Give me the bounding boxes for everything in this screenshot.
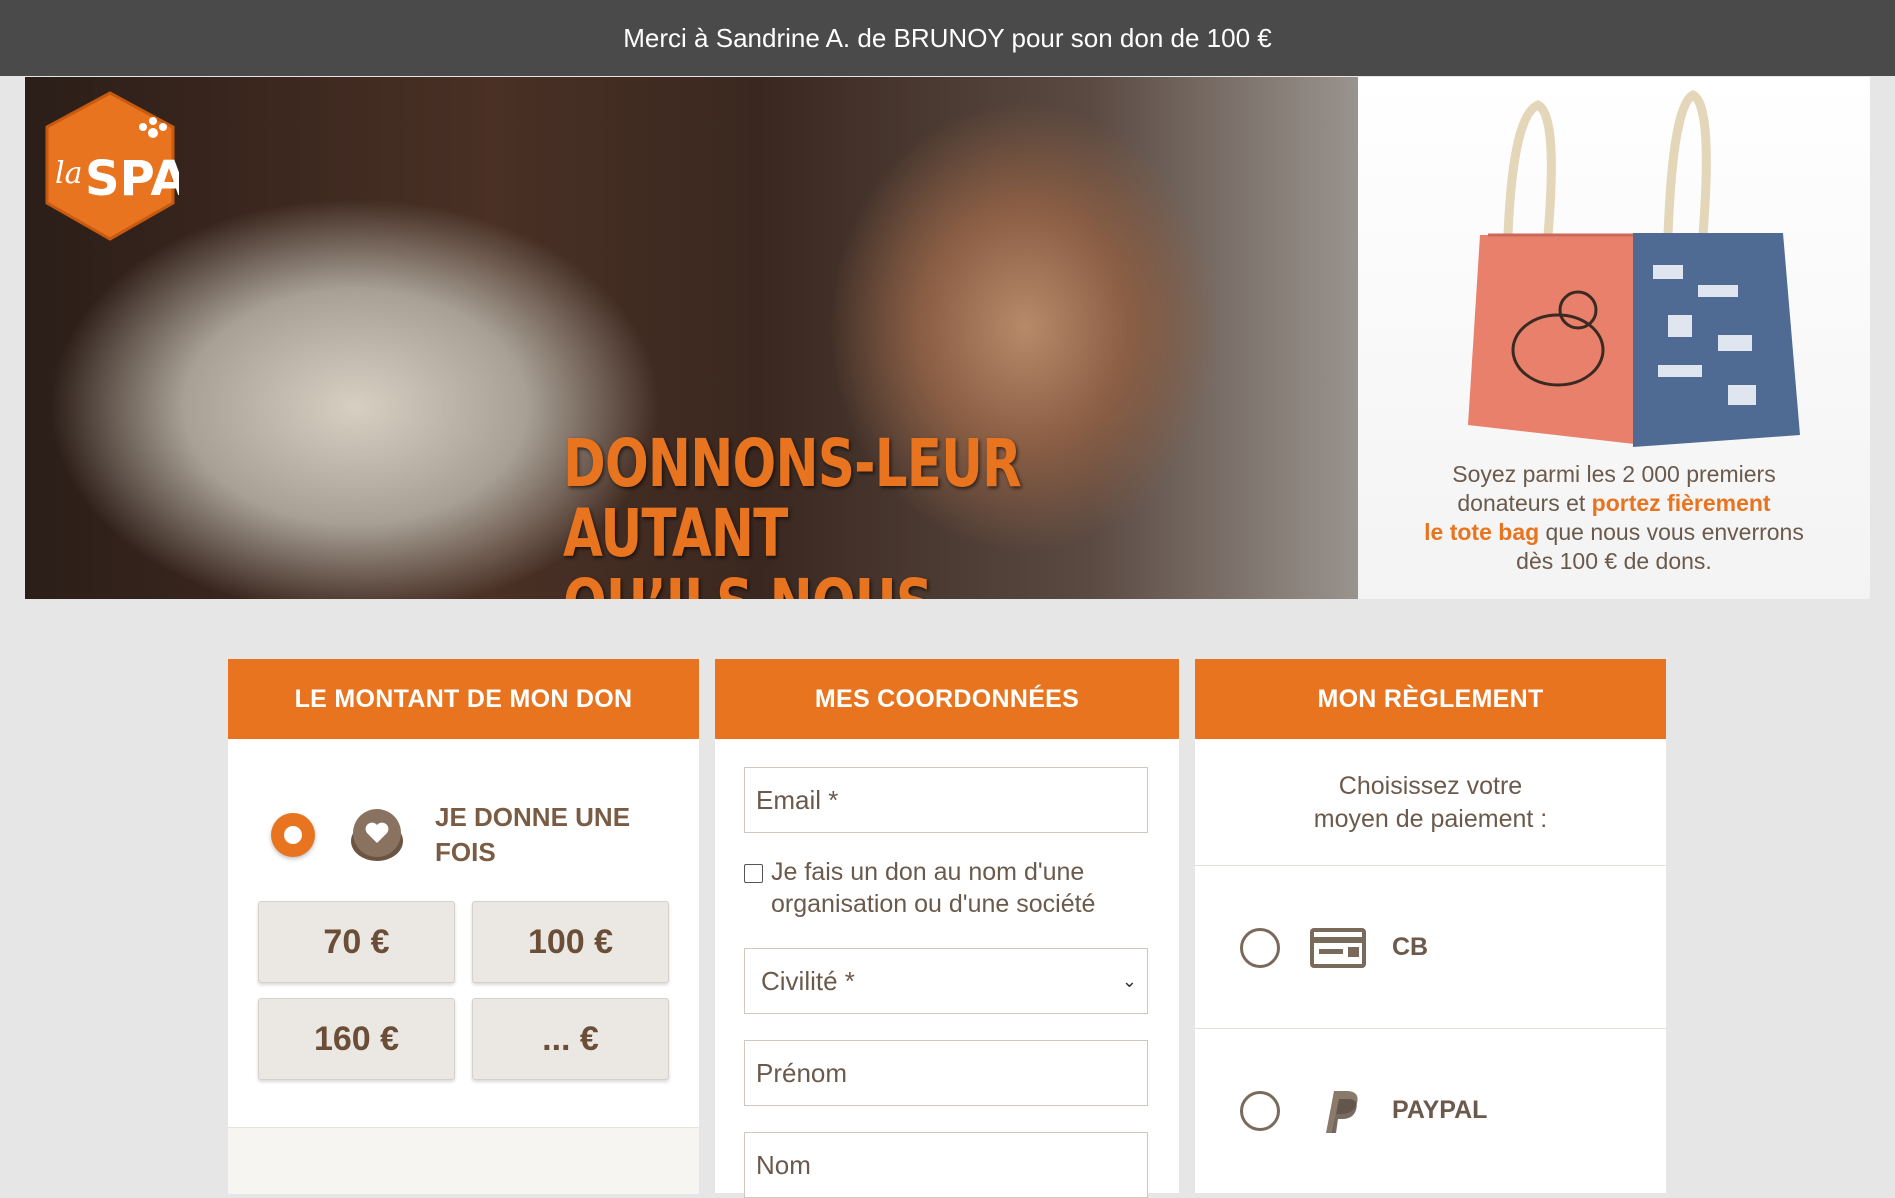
chevron-down-icon: ⌄: [1121, 970, 1137, 991]
civility-select[interactable]: Civilité * ⌄: [744, 948, 1148, 1014]
promo-text: Soyez parmi les 2 000 premiers donateurs…: [1358, 460, 1870, 576]
amount-button-custom[interactable]: ... €: [472, 998, 669, 1080]
payment-intro: Choisissez votre moyen de paiement :: [1195, 770, 1666, 836]
svg-text:SPA: SPA: [85, 151, 179, 207]
payment-label-paypal: PAYPAL: [1392, 1096, 1488, 1124]
promo-line-4: dès 100 € de dons.: [1516, 548, 1712, 574]
lastname-field[interactable]: Nom: [744, 1132, 1148, 1198]
amount-button-70[interactable]: 70 €: [258, 901, 455, 983]
firstname-field[interactable]: Prénom: [744, 1040, 1148, 1106]
contact-details-header: MES COORDONNÉES: [715, 659, 1179, 739]
payment-panel: MON RÈGLEMENT Choisissez votre moyen de …: [1195, 659, 1666, 1193]
payment-radio-cb[interactable]: [1240, 927, 1280, 968]
tote-bag-promo: Soyez parmi les 2 000 premiers donateurs…: [1358, 77, 1870, 599]
tote-bags-image: [1468, 89, 1800, 447]
organization-checkbox-label: Je fais un don au nom d'une organisation…: [771, 858, 1096, 918]
donation-panel-footer: [228, 1127, 699, 1194]
hero-banner: la SPA DONNONS-LEUR AUTANT QU’ILS NOUS A…: [25, 77, 1870, 599]
amount-button-100[interactable]: 100 €: [472, 901, 669, 983]
payment-label-cb: CB: [1392, 933, 1429, 961]
paypal-icon: [1326, 1090, 1358, 1133]
organization-checkbox[interactable]: [744, 864, 763, 883]
promo-line-2: donateurs et portez fièrement: [1358, 489, 1870, 518]
payment-option-cb[interactable]: CB: [1195, 865, 1666, 1029]
amount-button-160[interactable]: 160 €: [258, 998, 455, 1080]
organization-donation-option[interactable]: Je fais un don au nom d'une organisation…: [744, 856, 1164, 920]
amount-options: 70 € 100 € 160 € ... €: [258, 901, 670, 1080]
promo-line-3-text: que nous vous enverrons: [1539, 519, 1804, 545]
donation-amount-header: LE MONTANT DE MON DON: [228, 659, 699, 739]
email-field[interactable]: Email *: [744, 767, 1148, 833]
payment-intro-line-2: moyen de paiement :: [1313, 805, 1548, 833]
promo-highlight-2: le tote bag: [1424, 519, 1540, 545]
promo-highlight-1: portez fièrement: [1591, 490, 1771, 516]
promo-line-1: Soyez parmi les 2 000 premiers: [1452, 461, 1776, 487]
slogan-line-1: DONNONS-LEUR AUTANT: [563, 425, 1022, 572]
civility-select-value: Civilité *: [761, 965, 855, 996]
donation-amount-panel: LE MONTANT DE MON DON JE DONNE UNE FOIS …: [228, 659, 699, 1194]
frequency-label: JE DONNE UNE FOIS: [435, 802, 631, 867]
contact-details-panel: MES COORDONNÉES Email * Je fais un don a…: [715, 659, 1179, 1198]
payment-radio-paypal[interactable]: [1240, 1090, 1280, 1131]
payment-header: MON RÈGLEMENT: [1195, 659, 1666, 739]
promo-line-2-text: donateurs et: [1457, 490, 1592, 516]
credit-card-icon: [1310, 927, 1366, 968]
donation-ticker-message: Merci à Sandrine A. de BRUNOY pour son d…: [623, 22, 1272, 53]
payment-option-paypal[interactable]: PAYPAL: [1195, 1028, 1666, 1192]
slogan-line-2: QU’ILS NOUS APPORTENT: [563, 569, 1156, 600]
frequency-option-once[interactable]: JE DONNE UNE FOIS: [271, 800, 655, 870]
svg-text:la: la: [55, 156, 82, 191]
heart-coin-icon: [351, 809, 403, 861]
donation-ticker-bar: Merci à Sandrine A. de BRUNOY pour son d…: [0, 0, 1895, 76]
payment-intro-line-1: Choisissez votre: [1338, 772, 1523, 800]
spa-logo: la SPA: [45, 91, 179, 241]
hero-slogan: DONNONS-LEUR AUTANT QU’ILS NOUS APPORTEN…: [563, 425, 1156, 600]
frequency-radio-selected[interactable]: [271, 813, 315, 857]
promo-line-3: le tote bag que nous vous enverrons: [1358, 518, 1870, 547]
